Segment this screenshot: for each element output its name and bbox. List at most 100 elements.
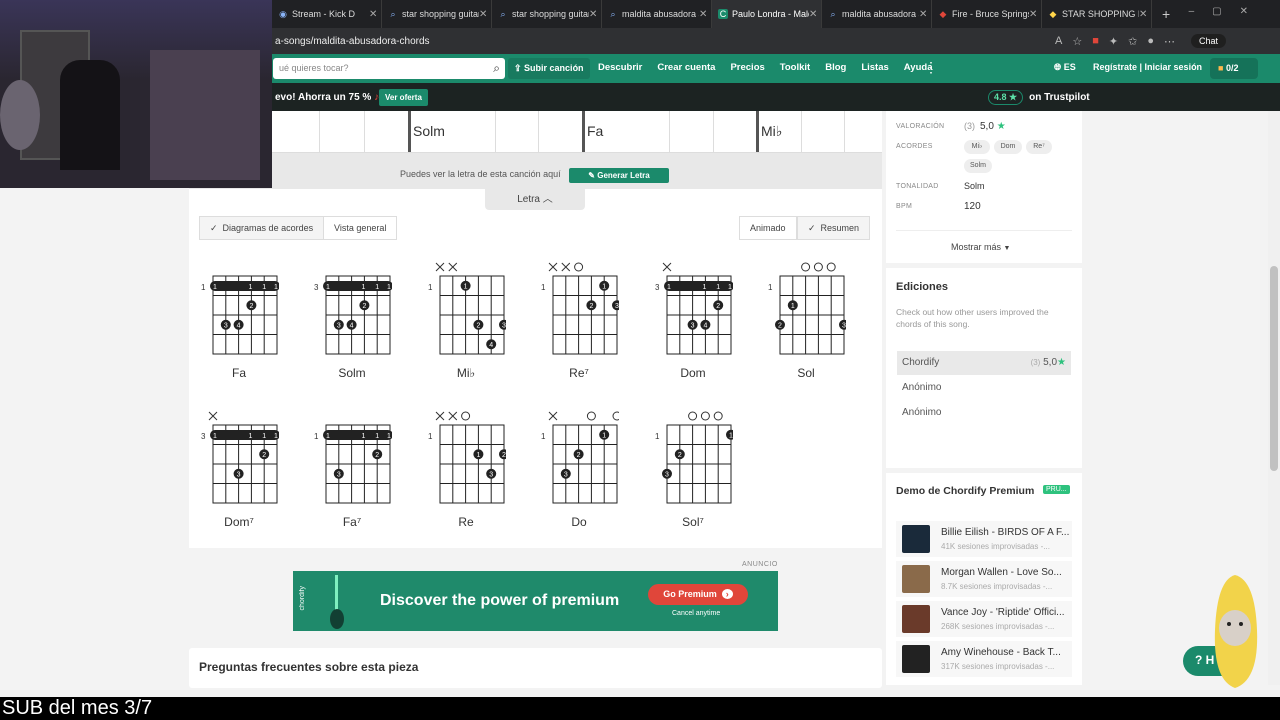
demo-song-item[interactable]: Morgan Wallen - Love So... 8.7K sesiones …: [896, 561, 1072, 597]
url-field[interactable]: a-songs/maldita-abusadora-chords: [275, 36, 1055, 47]
search-input[interactable]: ué quieres tocar? ⌕: [273, 58, 505, 79]
close-icon[interactable]: ✕: [1029, 9, 1041, 20]
browser-tab[interactable]: ◆ Fire - Bruce Springs ✕: [932, 0, 1042, 28]
nav-toolkit[interactable]: Toolkit: [780, 62, 810, 73]
beat-cell[interactable]: [669, 111, 670, 152]
register-login-link[interactable]: Regístrate | Iniciar sesión: [1093, 62, 1202, 72]
chord-diagram[interactable]: 3 1 1 1 1 2 3 4 Solm: [312, 258, 393, 398]
beat-cell[interactable]: [582, 111, 585, 152]
timeline-chord[interactable]: Solm: [413, 123, 445, 139]
trustpilot-rating[interactable]: 4.8 ★ on Trustpilot: [988, 90, 1090, 105]
edition-row[interactable]: Anónimo: [897, 376, 1071, 400]
chord-diagram[interactable]: 1 1 2 3 Do: [539, 407, 622, 547]
chord-chip[interactable]: Dom: [994, 140, 1022, 154]
chord-timeline: Solm Fa Mi♭: [189, 111, 882, 153]
premium-badge: PRU...: [1043, 485, 1070, 494]
demo-song-item[interactable]: Vance Joy - 'Riptide' Offici... 268K sesi…: [896, 601, 1072, 637]
beat-cell[interactable]: [538, 111, 539, 152]
nav-create-account[interactable]: Crear cuenta: [657, 62, 715, 73]
chord-diagram[interactable]: 1 1 1 1 1 2 3 4 Fa: [199, 258, 280, 398]
diagrams-toggle[interactable]: ✓ Diagramas de acordes: [199, 216, 325, 240]
window-controls[interactable]: –▢✕: [1189, 6, 1266, 17]
close-icon[interactable]: ✕: [369, 9, 381, 20]
chord-diagram[interactable]: 1 1 2 3 Re: [426, 407, 509, 547]
premium-ad-banner[interactable]: chordify Discover the power of premium G…: [293, 571, 778, 631]
chord-diagram[interactable]: 3 1 1 1 1 2 3 Dom⁷: [199, 407, 280, 547]
close-icon[interactable]: ✕: [479, 9, 491, 20]
close-icon[interactable]: ✕: [809, 9, 821, 20]
browser-tab[interactable]: ⌕ star shopping guitar ✕: [382, 0, 492, 28]
close-icon[interactable]: ✕: [919, 9, 931, 20]
nav-discover[interactable]: Descubrir: [598, 62, 642, 73]
song-sessions: 41K sesiones improvisadas -...: [941, 542, 1050, 551]
search-icon: ⌕: [390, 9, 396, 19]
timeline-chord[interactable]: Fa: [587, 123, 603, 139]
offer-button[interactable]: Ver oferta: [379, 89, 428, 106]
browser-tab[interactable]: ◆ STAR SHOPPING IN ✕: [1042, 0, 1152, 28]
timeline-chord[interactable]: Mi♭: [761, 123, 782, 140]
beat-cell[interactable]: [756, 111, 759, 152]
favorite-icon[interactable]: ☆: [1072, 35, 1082, 48]
scrollbar-thumb[interactable]: [1270, 266, 1278, 471]
search-icon[interactable]: ⌕: [493, 61, 500, 76]
chord-chip[interactable]: Solm: [964, 159, 992, 173]
generate-lyrics-button[interactable]: ✎ Generar Letra: [569, 168, 669, 183]
beat-cell[interactable]: [319, 111, 320, 152]
go-premium-button[interactable]: Go Premium ›: [648, 584, 748, 605]
nav-blog[interactable]: Blog: [825, 62, 846, 73]
chord-name: Fa: [231, 366, 246, 380]
animated-toggle[interactable]: Animado: [739, 216, 797, 240]
edition-row[interactable]: Anónimo: [897, 401, 1071, 425]
beat-cell[interactable]: [801, 111, 802, 152]
favorites-icon[interactable]: ✩: [1128, 35, 1137, 48]
edition-row-selected[interactable]: Chordify (3) 5,0★: [897, 351, 1071, 375]
browser-tab[interactable]: ◉ Stream - Kick D ✕: [272, 0, 382, 28]
nav-lists[interactable]: Listas: [861, 62, 888, 73]
summary-toggle[interactable]: ✓ Resumen: [797, 216, 871, 240]
chord-diagram[interactable]: 1 1 2 3 4 Mi♭: [426, 258, 509, 398]
profile-icon[interactable]: ●: [1147, 35, 1154, 47]
beat-cell[interactable]: [364, 111, 365, 152]
beat-cell[interactable]: [844, 111, 845, 152]
chord-diagram[interactable]: 1 1 2 3 Re⁷: [539, 258, 622, 398]
lyrics-info-text: Puedes ver la letra de esta canción aquí: [400, 169, 561, 179]
read-aloud-icon[interactable]: A: [1055, 35, 1062, 47]
open-string-icon: [813, 262, 823, 272]
browser-tab[interactable]: ⌕ maldita abusadora a ✕: [822, 0, 932, 28]
close-icon[interactable]: ✕: [589, 9, 601, 20]
chord-diagram[interactable]: 1 1 2 3 Sol: [766, 258, 849, 398]
extensions-icon[interactable]: ✦: [1109, 35, 1118, 48]
more-menu-icon[interactable]: ⋮: [924, 59, 938, 76]
chord-diagram[interactable]: 1 1 2 3 Sol⁷: [653, 407, 736, 547]
show-more-button[interactable]: Mostrar más ▼: [951, 242, 1010, 252]
lyrics-tab[interactable]: Letra ︿: [485, 189, 585, 210]
chord-diagram[interactable]: 3 1 1 1 1 2 3 4 Dom: [653, 258, 734, 398]
browser-tab[interactable]: ⌕ star shopping guitar ✕: [492, 0, 602, 28]
overview-toggle[interactable]: Vista general: [323, 216, 398, 240]
extension-icon[interactable]: ■: [1092, 35, 1099, 47]
browser-tab-active[interactable]: C Paulo Londra - Mald ✕: [712, 0, 822, 28]
edition-name: Chordify: [902, 357, 940, 368]
beat-cell[interactable]: [408, 111, 411, 152]
gift-counter[interactable]: ■ 0/2: [1210, 58, 1258, 79]
browser-tab[interactable]: ⌕ maldita abusadora a ✕: [602, 0, 712, 28]
chord-chip[interactable]: Mi♭: [964, 140, 990, 154]
new-tab-button[interactable]: +: [1162, 6, 1170, 22]
beat-cell[interactable]: [713, 111, 714, 152]
nav-pricing[interactable]: Precios: [730, 62, 764, 73]
ad-brand: chordify: [299, 586, 306, 611]
chord-diagram[interactable]: 1 1 1 1 1 2 3 Fa⁷: [312, 407, 393, 547]
upload-button[interactable]: ⇪ Subir canción: [508, 58, 590, 79]
chord-diagram-svg: 1 1 2 3: [655, 411, 736, 504]
beat-cell[interactable]: [495, 111, 496, 152]
demo-song-item[interactable]: Amy Winehouse - Back T... 317K sesiones i…: [896, 641, 1072, 677]
chord-chip[interactable]: Re⁷: [1026, 140, 1052, 154]
demo-song-item[interactable]: Billie Eilish - BIRDS OF A F... 41K sesio…: [896, 521, 1072, 557]
language-selector[interactable]: 🌐︎ ES: [1054, 62, 1076, 73]
close-icon[interactable]: ✕: [699, 9, 711, 20]
more-icon[interactable]: ⋯: [1164, 35, 1175, 48]
chat-button[interactable]: Chat: [1190, 34, 1226, 48]
scrollbar[interactable]: [1268, 111, 1280, 685]
close-icon[interactable]: ✕: [1139, 9, 1151, 20]
divider: [896, 230, 1072, 231]
